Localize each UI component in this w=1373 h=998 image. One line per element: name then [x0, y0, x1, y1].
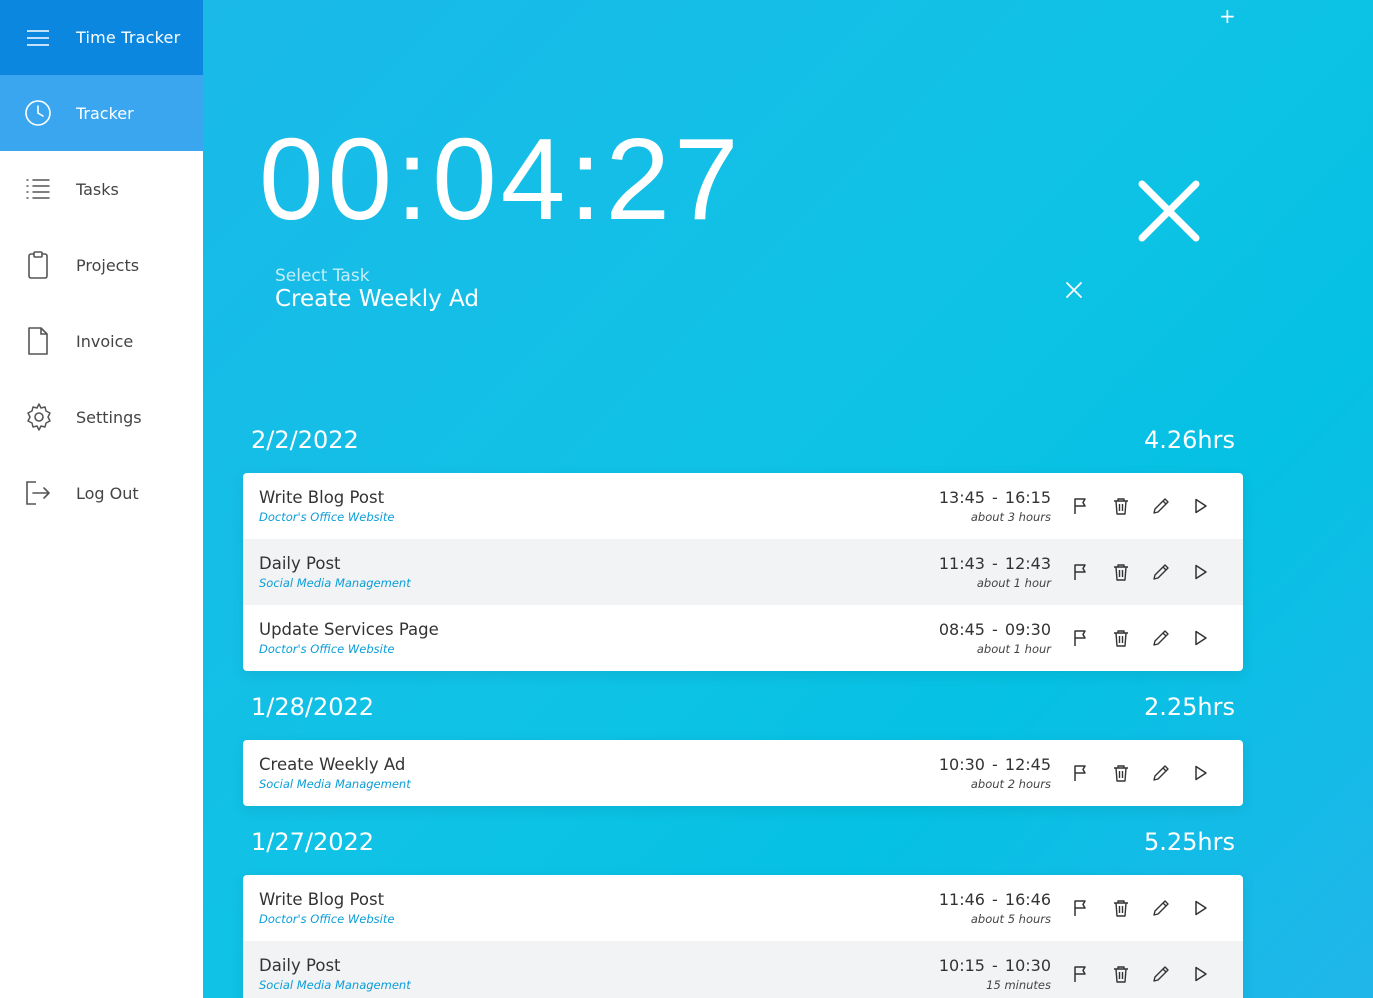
- pencil-icon[interactable]: [1141, 626, 1181, 650]
- gear-icon: [0, 402, 76, 432]
- sidebar-item-label: Invoice: [76, 331, 134, 351]
- day-header: 2/2/2022 4.26hrs: [251, 426, 1235, 454]
- app-title: Time Tracker: [76, 28, 181, 47]
- entry-project-link[interactable]: Social Media Management: [259, 776, 939, 792]
- entry-task-name: Update Services Page: [259, 619, 439, 639]
- entry-task-name: Write Blog Post: [259, 487, 385, 507]
- entry-time-range: 13:45 - 16:15: [938, 487, 1051, 507]
- entry-time-range: 11:46 - 16:46: [938, 889, 1051, 909]
- sidebar-item-label: Settings: [76, 407, 142, 427]
- sidebar: Time Tracker Tracker Tasks Projects Invo…: [0, 0, 203, 998]
- entry-project-link[interactable]: Social Media Management: [259, 977, 939, 993]
- entry-task-name: Write Blog Post: [259, 889, 385, 909]
- entry-task-name: Create Weekly Ad: [259, 754, 406, 774]
- day-date: 1/28/2022: [251, 693, 375, 721]
- day-date: 2/2/2022: [251, 426, 359, 454]
- timer-display: 00:04:27: [259, 114, 743, 244]
- sidebar-item-settings[interactable]: Settings: [0, 379, 203, 455]
- time-entry-row: Update Services Page Doctor's Office Web…: [243, 605, 1243, 671]
- flag-icon[interactable]: [1061, 626, 1101, 650]
- stop-timer-button[interactable]: [1136, 178, 1202, 244]
- trash-icon[interactable]: [1101, 560, 1141, 584]
- day-card: Write Blog Post Doctor's Office Website …: [243, 473, 1243, 671]
- trash-icon[interactable]: [1101, 494, 1141, 518]
- play-icon[interactable]: [1181, 626, 1221, 650]
- main-panel: + 00:04:27 Select Task Create Weekly Ad …: [203, 0, 1373, 998]
- day-total: 5.25hrs: [1143, 828, 1235, 856]
- day-total: 4.26hrs: [1143, 426, 1235, 454]
- day-date: 1/27/2022: [251, 828, 375, 856]
- clipboard-icon: [0, 250, 76, 280]
- entry-duration: about 1 hour: [976, 641, 1051, 656]
- trash-icon[interactable]: [1101, 761, 1141, 785]
- pencil-icon[interactable]: [1141, 761, 1181, 785]
- play-icon[interactable]: [1181, 560, 1221, 584]
- sidebar-item-label: Tasks: [76, 179, 119, 199]
- day-header: 1/28/2022 2.25hrs: [251, 693, 1235, 721]
- clock-icon: [0, 99, 76, 127]
- add-entry-button[interactable]: +: [1219, 4, 1236, 28]
- sidebar-item-logout[interactable]: Log Out: [0, 455, 203, 531]
- entry-project-link[interactable]: Doctor's Office Website: [259, 911, 939, 927]
- trash-icon[interactable]: [1101, 962, 1141, 986]
- time-entry-row: Daily Post Social Media Management 10:15…: [243, 941, 1243, 998]
- list-icon: [0, 177, 76, 201]
- sidebar-item-tasks[interactable]: Tasks: [0, 151, 203, 227]
- entry-duration: about 2 hours: [970, 776, 1051, 791]
- sidebar-item-projects[interactable]: Projects: [0, 227, 203, 303]
- task-select-value: Create Weekly Ad: [275, 286, 479, 312]
- clear-task-button[interactable]: [1065, 281, 1083, 299]
- entry-time-range: 11:43 - 12:43: [938, 553, 1051, 573]
- pencil-icon[interactable]: [1141, 896, 1181, 920]
- trash-icon[interactable]: [1101, 626, 1141, 650]
- pencil-icon[interactable]: [1141, 494, 1181, 518]
- hamburger-menu-icon[interactable]: [0, 29, 76, 47]
- flag-icon[interactable]: [1061, 962, 1101, 986]
- sidebar-item-label: Tracker: [76, 103, 134, 123]
- task-select-label: Select Task: [275, 266, 370, 286]
- time-entry-row: Create Weekly Ad Social Media Management…: [243, 740, 1243, 806]
- sidebar-item-label: Projects: [76, 255, 140, 275]
- entry-time-range: 08:45 - 09:30: [938, 619, 1051, 639]
- entry-project-link[interactable]: Doctor's Office Website: [259, 641, 939, 657]
- sidebar-item-label: Log Out: [76, 483, 139, 503]
- entry-duration: about 1 hour: [976, 575, 1051, 590]
- logout-icon: [0, 479, 76, 507]
- entry-task-name: Daily Post: [259, 955, 341, 975]
- entry-time-range: 10:15 - 10:30: [938, 955, 1051, 975]
- day-header: 1/27/2022 5.25hrs: [251, 828, 1235, 856]
- play-icon[interactable]: [1181, 761, 1221, 785]
- flag-icon[interactable]: [1061, 494, 1101, 518]
- entry-duration: 15 minutes: [986, 977, 1051, 992]
- pencil-icon[interactable]: [1141, 962, 1181, 986]
- file-icon: [0, 326, 76, 356]
- entry-duration: about 5 hours: [970, 911, 1051, 926]
- app-header: Time Tracker: [0, 0, 203, 75]
- play-icon[interactable]: [1181, 962, 1221, 986]
- pencil-icon[interactable]: [1141, 560, 1181, 584]
- entry-time-range: 10:30 - 12:45: [938, 754, 1051, 774]
- day-card: Write Blog Post Doctor's Office Website …: [243, 875, 1243, 998]
- time-entry-row: Daily Post Social Media Management 11:43…: [243, 539, 1243, 605]
- play-icon[interactable]: [1181, 896, 1221, 920]
- day-card: Create Weekly Ad Social Media Management…: [243, 740, 1243, 806]
- entry-task-name: Daily Post: [259, 553, 341, 573]
- time-entry-row: Write Blog Post Doctor's Office Website …: [243, 875, 1243, 941]
- entry-project-link[interactable]: Social Media Management: [259, 575, 939, 591]
- task-select[interactable]: Select Task Create Weekly Ad: [275, 266, 479, 312]
- flag-icon[interactable]: [1061, 761, 1101, 785]
- day-total: 2.25hrs: [1143, 693, 1235, 721]
- time-entry-row: Write Blog Post Doctor's Office Website …: [243, 473, 1243, 539]
- play-icon[interactable]: [1181, 494, 1221, 518]
- flag-icon[interactable]: [1061, 560, 1101, 584]
- entry-project-link[interactable]: Doctor's Office Website: [259, 509, 939, 525]
- trash-icon[interactable]: [1101, 896, 1141, 920]
- entry-duration: about 3 hours: [970, 509, 1051, 524]
- sidebar-item-tracker[interactable]: Tracker: [0, 75, 203, 151]
- sidebar-item-invoice[interactable]: Invoice: [0, 303, 203, 379]
- flag-icon[interactable]: [1061, 896, 1101, 920]
